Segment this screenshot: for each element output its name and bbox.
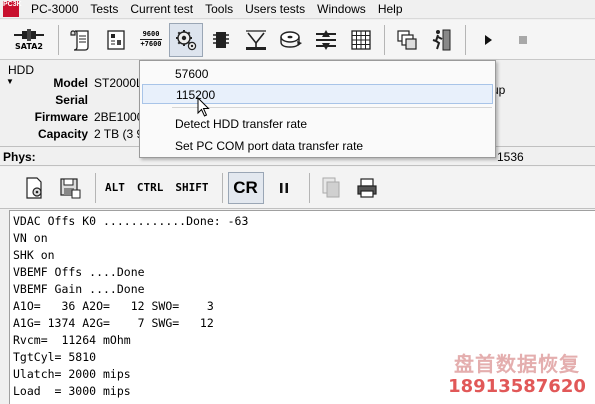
info-icon (107, 29, 125, 50)
alt-key-button[interactable]: ALT (101, 172, 129, 204)
grid-icon (351, 29, 371, 50)
printer-icon (356, 177, 377, 198)
cr-label: CR (233, 177, 258, 197)
pause-icon (279, 182, 288, 193)
main-toolbar: SATA2 9600 +7600 (0, 20, 595, 60)
ctrl-key-label: CTRL (136, 181, 164, 194)
exit-icon (432, 29, 451, 50)
menu-tools[interactable]: Tools (199, 0, 239, 18)
chip-button[interactable] (204, 23, 238, 57)
windows-button[interactable] (390, 23, 424, 57)
disk-button[interactable] (274, 23, 308, 57)
serial-row: Serial (0, 93, 140, 110)
watermark: 盘首数据恢复 18913587620 (442, 352, 592, 398)
connector-icon (14, 28, 44, 41)
firmware-label: Firmware (34, 110, 88, 124)
set-com-port-rate-item[interactable]: Set PC COM port data transfer rate (142, 136, 493, 156)
terminal-line: A1O= 36 A2O= 12 SWO= 3 (13, 299, 214, 313)
exit-button[interactable] (425, 23, 459, 57)
save-icon (60, 177, 81, 198)
dropdown-separator (172, 107, 492, 108)
terminal-line: A1G= 1374 A2G= 7 SWG= 12 (13, 316, 214, 330)
shift-key-button[interactable]: SHIFT (171, 172, 212, 204)
mouse-cursor-icon (197, 97, 210, 117)
copy-icon (322, 177, 339, 197)
play-button[interactable] (471, 23, 505, 57)
capacity-value: 2 TB (3 9 (94, 127, 144, 141)
menu-users-tests[interactable]: Users tests (239, 0, 311, 18)
page-gear-icon (26, 176, 42, 199)
pause-button[interactable] (268, 172, 300, 204)
terminal-settings-button[interactable] (18, 172, 50, 204)
cr-toggle-button[interactable]: CR (227, 171, 264, 204)
toolbar-separator (58, 24, 59, 55)
stop-icon (519, 35, 527, 44)
heads-icon (316, 29, 336, 50)
info-button[interactable] (99, 23, 133, 57)
heads-button[interactable] (309, 23, 343, 57)
terminal-line: Rvcm= 11264 mOhm (13, 333, 131, 347)
windows-icon (397, 29, 417, 50)
hdd-panel-title: HDD (8, 63, 34, 77)
terminal-line: VDAC Offs K0 ............Done: -63 (13, 214, 249, 228)
phys-label: Phys: (3, 150, 36, 164)
grid-button[interactable] (344, 23, 378, 57)
baud-option-115200[interactable]: 115200 (142, 84, 493, 104)
menu-current-test[interactable]: Current test (124, 0, 199, 18)
menu-pc3000[interactable]: PC-3000 (25, 0, 84, 18)
sata-label: SATA2 (15, 41, 43, 51)
terminal-line: VN on (13, 231, 48, 245)
copy-button[interactable] (315, 172, 347, 204)
menu-bar: PC3K PC-3000 Tests Current test Tools Us… (0, 0, 595, 19)
chip-icon (213, 31, 229, 48)
baud-rate-button[interactable]: 9600 +7600 (134, 23, 168, 57)
model-label: Model (53, 76, 88, 90)
menu-help[interactable]: Help (372, 0, 409, 18)
ctrl-key-button[interactable]: CTRL (133, 172, 168, 204)
head-map-button[interactable] (239, 23, 273, 57)
gear-icon (176, 29, 197, 50)
scroll-icon (70, 29, 89, 51)
menu-windows[interactable]: Windows (311, 0, 372, 18)
serial-label: Serial (55, 93, 88, 107)
baud-rate-icon: 9600 +7600 (140, 31, 162, 48)
disk-icon (280, 30, 302, 48)
firmware-value: 2BE1000 (94, 110, 144, 124)
watermark-phone: 18913587620 (448, 376, 586, 397)
detect-transfer-rate-item[interactable]: Detect HDD transfer rate (142, 114, 493, 134)
alt-key-label: ALT (105, 181, 125, 194)
baud-rate-dropdown: 57600 115200 Detect HDD transfer rate Se… (139, 60, 496, 158)
terminal-line: VBEMF Offs ....Done (13, 265, 145, 279)
terminal-toolbar-separator (221, 172, 223, 203)
head-map-icon (246, 29, 266, 50)
app-logo-icon: PC3K (3, 1, 22, 17)
phys-value: 1536 (497, 150, 524, 164)
terminal-save-button[interactable] (54, 172, 86, 204)
toolbar-separator (465, 24, 466, 55)
toolbar-separator (384, 24, 385, 55)
stop-button[interactable] (506, 23, 540, 57)
baud-top: 9600 (142, 30, 160, 38)
baud-option-57600[interactable]: 57600 (142, 64, 493, 84)
settings-button[interactable] (169, 22, 203, 57)
watermark-name: 盘首数据恢复 (454, 352, 580, 376)
sata-port-button[interactable]: SATA2 (6, 23, 52, 57)
play-icon (485, 34, 492, 45)
log-button[interactable] (64, 23, 98, 57)
capacity-label: Capacity (37, 127, 88, 141)
terminal-line: SHK on (13, 248, 55, 262)
terminal-toolbar-separator (95, 172, 96, 203)
print-button[interactable] (351, 172, 383, 204)
terminal-toolbar-separator (308, 172, 310, 203)
menu-tests[interactable]: Tests (84, 0, 124, 18)
shift-key-label: SHIFT (175, 181, 209, 194)
terminal-line: VBEMF Gain ....Done (13, 282, 145, 296)
terminal-toolbar: ALT CTRL SHIFT CR (0, 167, 595, 209)
baud-bottom: +7600 (140, 40, 162, 48)
